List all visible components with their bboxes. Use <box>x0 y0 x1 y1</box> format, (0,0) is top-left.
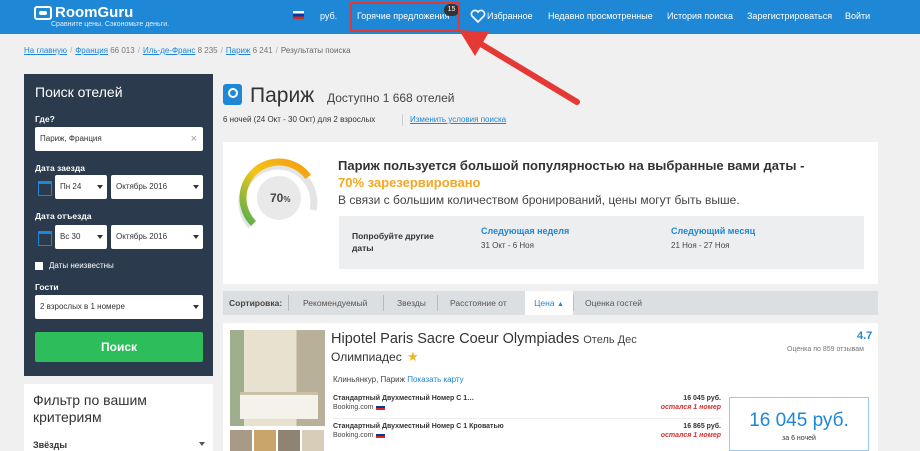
currency-selector[interactable]: руб. <box>320 0 337 34</box>
sort-stars[interactable]: Звезды <box>397 291 426 315</box>
sort-recommended[interactable]: Рекомендуемый <box>303 291 367 315</box>
russia-flag-icon[interactable] <box>293 11 304 19</box>
search-panel: Поиск отелей Где? Париж, Франция × Дата з… <box>24 74 213 376</box>
booked-percent-text: 70% зарезервировано <box>338 175 481 190</box>
login-link[interactable]: Войти <box>845 0 870 34</box>
filter-panel: Фильтр по вашим критериям Звёзды <box>24 384 213 451</box>
logo-icon <box>34 6 52 20</box>
destination-input[interactable]: Париж, Франция × <box>35 127 203 151</box>
sort-distance[interactable]: Расстояние от <box>450 291 507 315</box>
next-month-dates: 21 Ноя - 27 Ноя <box>671 241 730 250</box>
checkout-label: Дата отъезда <box>35 211 92 221</box>
available-count: Доступно 1 668 отелей <box>327 91 455 105</box>
checkout-day-select[interactable]: Вс 30 <box>55 225 107 249</box>
breadcrumb-count: 66 013 <box>110 46 135 55</box>
unknown-dates-label: Даты неизвестны <box>49 261 114 270</box>
divider <box>573 295 574 311</box>
hotel-name-secondary[interactable]: Олимпиадес <box>331 350 402 364</box>
logo-text: RoomGuru <box>55 4 134 21</box>
star-icon: ★ <box>407 349 419 364</box>
hotel-name[interactable]: Hipotel Paris Sacre Coeur Olympiades Оте… <box>331 331 637 347</box>
chevron-down-icon <box>193 235 199 239</box>
best-price-box[interactable]: 16 045 руб. за 6 ночей <box>729 397 869 451</box>
breadcrumb-city[interactable]: Париж <box>226 46 250 55</box>
divider <box>437 295 438 311</box>
offer-row[interactable]: Стандартный Двухместный Номер С 1 Кроват… <box>333 423 721 443</box>
show-map-link[interactable]: Показать карту <box>407 375 463 384</box>
clear-icon[interactable]: × <box>191 127 197 151</box>
search-panel-title: Поиск отелей <box>35 84 123 100</box>
next-week-dates: 31 Окт - 6 Ноя <box>481 241 534 250</box>
divider <box>383 295 384 311</box>
divider <box>288 295 289 311</box>
red-arrow-annotation <box>459 30 580 105</box>
review-count: Оценка по 859 отзывам <box>787 346 864 353</box>
alternative-dates-box: Попробуйте другие даты Следующая неделя … <box>339 216 864 269</box>
search-dates-summary: 6 ночей (24 Окт - 30 Окт) для 2 взрослых <box>223 115 376 124</box>
change-search-link[interactable]: Изменить условия поиска <box>410 115 506 124</box>
filter-stars-label[interactable]: Звёзды <box>33 440 67 450</box>
hotel-thumbnail[interactable] <box>254 430 276 451</box>
divider <box>402 114 403 126</box>
popularity-percent: 70% <box>270 191 291 205</box>
flag-icon <box>376 432 386 439</box>
search-button[interactable]: Поиск <box>35 332 203 362</box>
chevron-down-icon[interactable] <box>199 442 205 446</box>
breadcrumb: На главную / Франция 66 013/Иль-де-Франс 8… <box>24 46 351 55</box>
chevron-down-icon <box>193 305 199 309</box>
hotel-location: Клиньянкур, Париж Показать карту <box>333 375 464 384</box>
offer-row[interactable]: Стандартный Двухместный Номер С 1… 16 04… <box>333 395 721 415</box>
hotel-photo[interactable] <box>230 330 325 426</box>
sort-label: Сортировка: <box>229 298 283 308</box>
sort-up-icon: ▲ <box>556 301 564 308</box>
register-link[interactable]: Зарегистрироваться <box>747 0 832 34</box>
hotel-thumbnail[interactable] <box>230 430 252 451</box>
flag-icon <box>376 404 386 411</box>
sort-guest-rating[interactable]: Оценка гостей <box>585 291 642 315</box>
city-title: Париж <box>250 84 315 107</box>
calendar-icon[interactable] <box>35 175 53 199</box>
divider <box>333 418 721 419</box>
roomguru-logo[interactable]: RoomGuru <box>34 5 133 21</box>
search-history-link[interactable]: История поиска <box>667 0 733 34</box>
calendar-icon[interactable] <box>35 225 53 249</box>
price-period: за 6 ночей <box>782 435 816 442</box>
hotel-thumbnail[interactable] <box>302 430 324 451</box>
try-other-dates-label: Попробуйте другие даты <box>352 231 434 253</box>
heart-icon[interactable] <box>470 8 486 24</box>
chevron-down-icon <box>97 235 103 239</box>
next-month-link[interactable]: Следующий месяц <box>671 226 755 236</box>
checkout-month-select[interactable]: Октябрь 2016 <box>111 225 203 249</box>
unknown-dates-checkbox[interactable] <box>35 262 43 270</box>
chevron-down-icon <box>193 185 199 189</box>
sort-price-tab[interactable]: Цена ▲ <box>525 291 573 315</box>
breadcrumb-home[interactable]: На главную <box>24 46 67 55</box>
hotel-rating: 4.7 <box>857 330 873 342</box>
breadcrumb-count: 6 241 <box>252 46 273 55</box>
popularity-title: Париж пользуется большой популярностью н… <box>338 158 805 190</box>
checkin-month-select[interactable]: Октябрь 2016 <box>111 175 203 199</box>
highlight-box <box>350 2 460 32</box>
map-pin-icon <box>223 84 242 105</box>
breadcrumb-country[interactable]: Франция <box>75 46 108 55</box>
filter-title: Фильтр по вашим критериям <box>33 392 147 425</box>
guests-select[interactable]: 2 взрослых в 1 номере <box>35 295 203 319</box>
where-label: Где? <box>35 114 55 124</box>
checkin-label: Дата заезда <box>35 163 85 173</box>
next-week-link[interactable]: Следующая неделя <box>481 226 569 236</box>
breadcrumb-current: Результаты поиска <box>280 46 351 55</box>
popularity-subtitle: В связи с большим количеством бронирован… <box>338 193 740 207</box>
chevron-down-icon <box>97 185 103 189</box>
breadcrumb-region[interactable]: Иль-де-Франс <box>143 46 195 55</box>
breadcrumb-count: 8 235 <box>197 46 218 55</box>
logo-tagline: Сравните цены. Сэкономьте деньги. <box>51 21 170 28</box>
hotel-thumbnail[interactable] <box>278 430 300 451</box>
checkin-day-select[interactable]: Пн 24 <box>55 175 107 199</box>
guests-label: Гости <box>35 282 59 292</box>
best-price: 16 045 руб. <box>749 410 849 431</box>
